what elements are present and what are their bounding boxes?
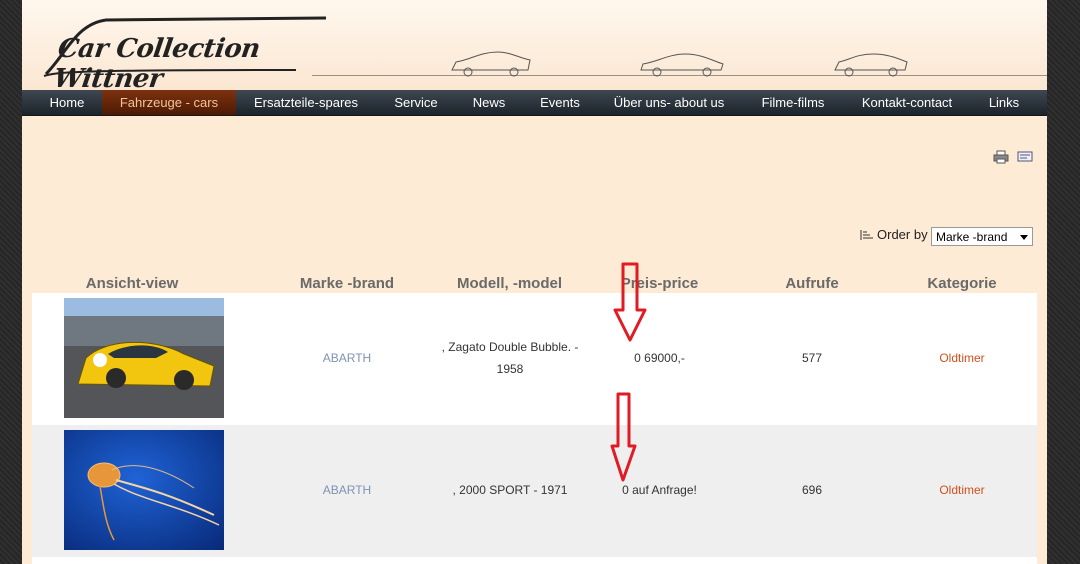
col-header-view[interactable]: Ansicht-view (72, 275, 192, 292)
category-link[interactable]: Oldtimer (912, 479, 1012, 501)
red-arrow-annotation-icon (610, 392, 637, 482)
car-thumbnail[interactable] (64, 430, 224, 550)
car-thumbnail[interactable] (64, 298, 224, 418)
col-header-category[interactable]: Kategorie (902, 275, 1022, 292)
car-silhouette-icon (451, 51, 531, 77)
order-by-label: Order by (877, 227, 928, 242)
email-icon[interactable] (1017, 150, 1033, 164)
main-nav: Home Fahrzeuge - cars Ersatzteile-spares… (22, 90, 1047, 116)
logo-text: Car Collection Wittner (51, 34, 262, 94)
nav-item-events[interactable]: Events (532, 90, 588, 115)
sort-icon (860, 230, 873, 240)
chevron-down-icon (1020, 235, 1028, 240)
nav-item-service[interactable]: Service (386, 90, 446, 115)
nav-item-home[interactable]: Home (40, 90, 94, 115)
nav-item-links[interactable]: Links (978, 90, 1030, 115)
model-cell: , Zagato Double Bubble. - 1958 (430, 336, 590, 380)
car-silhouette-icon (834, 53, 908, 77)
jellyfish-image (64, 430, 224, 550)
model-text-line: , Zagato Double Bubble. - (441, 340, 579, 354)
table-row: ABARTH , Zagato Double Bubble. - 1958 0 … (32, 293, 1037, 425)
nav-item-filme-films[interactable]: Filme-films (750, 90, 836, 115)
page: Car Collection Wittner Home Fahrzeuge - … (22, 0, 1047, 564)
logo[interactable]: Car Collection Wittner (36, 14, 327, 94)
nav-item-news[interactable]: News (464, 90, 514, 115)
header: Car Collection Wittner (22, 0, 1047, 94)
col-header-model[interactable]: Modell, -model (432, 275, 587, 292)
col-header-brand[interactable]: Marke -brand (277, 275, 417, 292)
views-cell: 577 (801, 351, 823, 365)
category-link[interactable]: Oldtimer (912, 347, 1012, 369)
order-by-selected: Marke -brand (936, 230, 1008, 244)
table-row (32, 557, 1037, 564)
views-cell: 696 (801, 483, 823, 497)
printer-icon[interactable] (993, 150, 1009, 164)
nav-item-about-us[interactable]: Über uns- about us (606, 90, 732, 115)
model-cell: , 2000 SPORT - 1971 (452, 483, 568, 497)
order-by-select[interactable]: Marke -brand (931, 227, 1033, 246)
col-header-views[interactable]: Aufrufe (757, 275, 867, 292)
price-cell: 0 69000,- (634, 351, 685, 365)
red-arrow-annotation-icon (613, 262, 647, 342)
nav-item-fahrzeuge-cars[interactable]: Fahrzeuge - cars (102, 90, 236, 115)
car-silhouette-icon (640, 53, 724, 77)
model-text-line: 1958 (496, 362, 524, 376)
yellow-race-car-image (64, 298, 224, 418)
brand-link[interactable]: ABARTH (277, 479, 417, 501)
nav-item-kontakt-contact[interactable]: Kontakt-contact (854, 90, 960, 115)
table-row: ABARTH , 2000 SPORT - 1971 0 auf Anfrage… (32, 425, 1037, 557)
brand-link[interactable]: ABARTH (277, 347, 417, 369)
nav-item-ersatzteile-spares[interactable]: Ersatzteile-spares (244, 90, 368, 115)
